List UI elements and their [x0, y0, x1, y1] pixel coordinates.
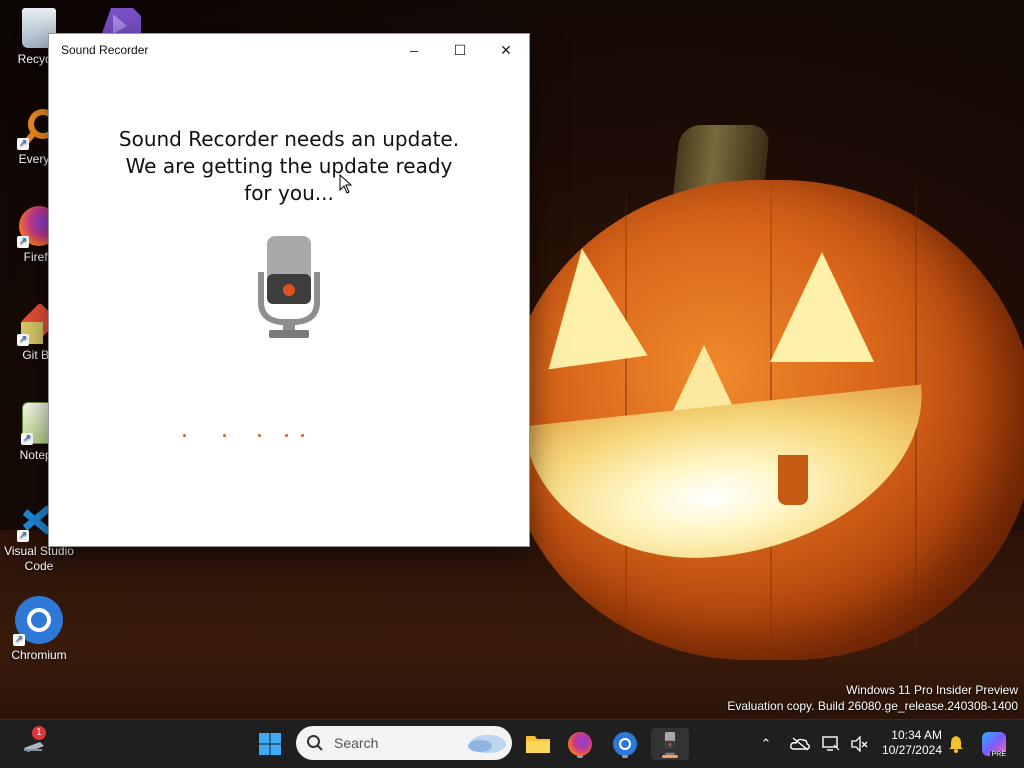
shortcut-arrow-icon: ↗	[21, 433, 33, 445]
widgets-button[interactable]: 1	[18, 726, 50, 760]
copilot-icon[interactable]: PRE	[982, 732, 1008, 758]
desktop-icon-label: Visual Studio Code	[4, 544, 74, 573]
title-bar[interactable]: Sound Recorder – ☐ ✕	[49, 34, 529, 66]
bell-icon[interactable]	[948, 735, 964, 753]
taskbar-sound-recorder[interactable]	[651, 728, 689, 760]
start-icon	[259, 733, 281, 755]
shortcut-arrow-icon: ↗	[17, 138, 29, 150]
pumpkin-left-eye	[532, 241, 648, 370]
start-button[interactable]	[254, 728, 286, 760]
shortcut-arrow-icon: ↗	[17, 530, 29, 542]
desktop-icon-label: Chromium	[11, 648, 67, 662]
loading-dot	[258, 434, 261, 437]
maximize-icon: ☐	[453, 41, 467, 58]
notification-area: PRE	[948, 720, 1008, 768]
clock-date: 10/27/2024	[881, 743, 942, 757]
taskbar-firefox[interactable]	[564, 728, 596, 760]
chevron-up-icon[interactable]: ⌃	[756, 736, 776, 752]
taskbar-file-explorer[interactable]	[522, 728, 554, 760]
shortcut-arrow-icon: ↗	[17, 236, 29, 248]
loading-indicator	[183, 434, 313, 442]
chromium-icon: ↗	[13, 596, 63, 646]
desktop-icon-chromium[interactable]: ↗ Chromium	[0, 596, 78, 662]
search-placeholder: Search	[334, 735, 379, 751]
system-tray: ⌃	[756, 720, 868, 768]
taskbar: 1 Search ⌃ 10:34 AM 10/27/2024 PRE	[0, 719, 1024, 768]
minimize-icon: –	[410, 42, 418, 58]
active-indicator	[662, 755, 678, 758]
sound-recorder-icon	[664, 732, 676, 756]
loading-dot	[223, 434, 226, 437]
onedrive-icon[interactable]	[790, 737, 810, 751]
running-indicator	[577, 755, 583, 758]
taskbar-search-box[interactable]: Search	[296, 726, 512, 760]
sound-recorder-window[interactable]: Sound Recorder – ☐ ✕ Sound Recorder need…	[48, 33, 530, 547]
windows-watermark: Windows 11 Pro Insider Preview Evaluatio…	[727, 682, 1018, 714]
search-icon	[307, 735, 323, 751]
close-button[interactable]: ✕	[483, 34, 529, 66]
loading-dot	[183, 434, 186, 437]
clock[interactable]: 10:34 AM 10/27/2024	[882, 728, 942, 758]
chromium-icon	[613, 732, 637, 756]
search-highlight-icon	[468, 735, 506, 753]
mouse-cursor-icon	[339, 174, 353, 194]
watermark-build: Evaluation copy. Build 26080.ge_release.…	[727, 699, 1018, 713]
volume-icon[interactable]	[850, 736, 868, 752]
pumpkin-nose	[672, 345, 736, 413]
shortcut-arrow-icon: ↗	[13, 634, 25, 646]
pumpkin-tooth	[778, 455, 808, 505]
microphone-icon	[257, 236, 321, 340]
firefox-icon	[568, 732, 592, 756]
update-message: Sound Recorder needs an update. We are g…	[118, 127, 460, 205]
taskbar-chromium[interactable]	[609, 728, 641, 760]
loading-dot	[285, 434, 288, 437]
close-icon: ✕	[500, 41, 512, 58]
loading-dot	[301, 434, 304, 437]
shortcut-arrow-icon: ↗	[17, 334, 29, 346]
running-indicator	[622, 755, 628, 758]
notification-badge: 1	[32, 726, 46, 740]
clock-time: 10:34 AM	[891, 728, 942, 742]
maximize-button[interactable]: ☐	[437, 34, 483, 66]
pumpkin-right-eye	[770, 252, 874, 362]
window-title: Sound Recorder	[61, 43, 149, 57]
watermark-edition: Windows 11 Pro Insider Preview	[846, 683, 1018, 697]
file-explorer-icon	[526, 736, 550, 753]
minimize-button[interactable]: –	[391, 34, 437, 66]
network-icon[interactable]	[822, 736, 840, 752]
